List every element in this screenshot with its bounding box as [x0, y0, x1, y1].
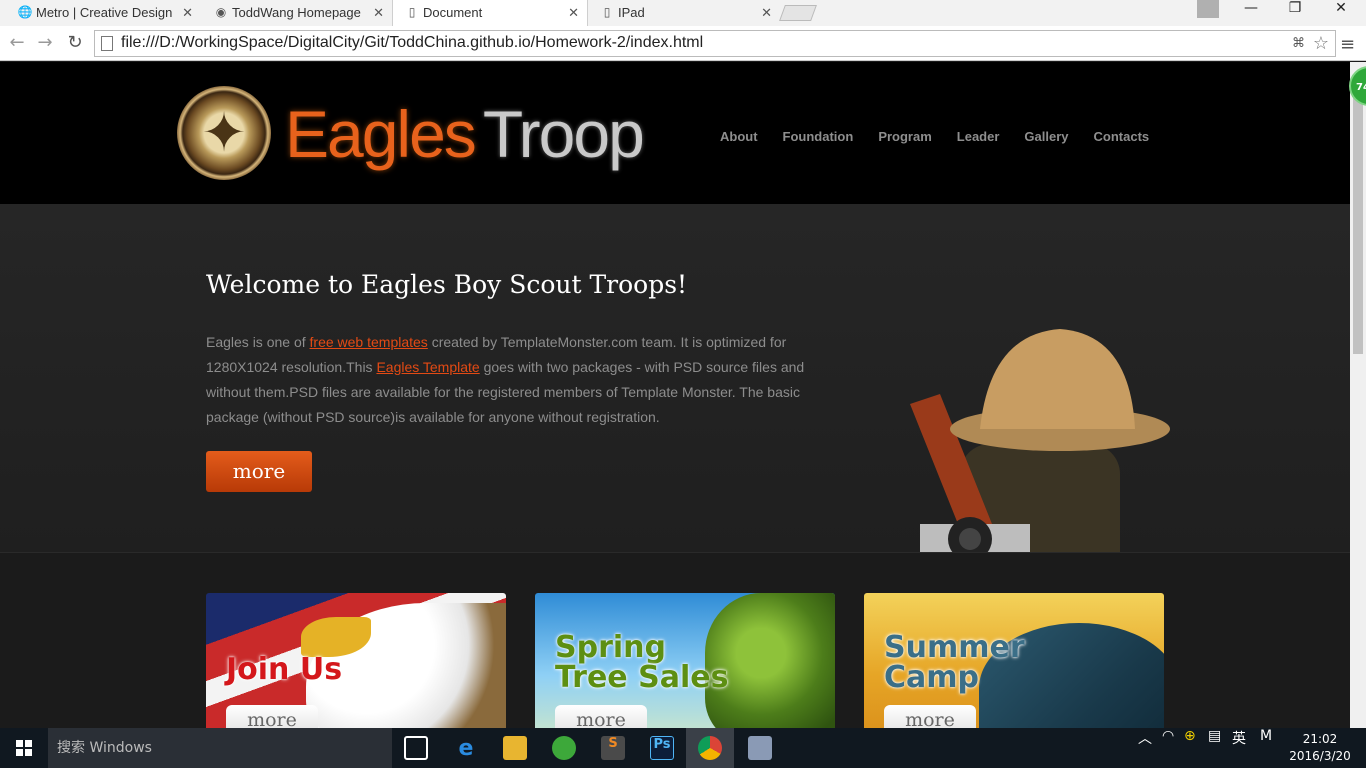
tab-label: IPad	[618, 5, 645, 20]
tray-up-arrow-icon[interactable]: ︿	[1138, 728, 1152, 768]
page-icon: ▯	[408, 5, 416, 19]
eagles-template-link[interactable]: Eagles Template	[376, 359, 479, 375]
web-page: EaglesTroop About Foundation Program Lea…	[0, 62, 1350, 728]
forward-icon[interactable]: →	[34, 33, 56, 53]
hero-text: Eagles is one of free web templates crea…	[206, 330, 811, 430]
tab-toddwang[interactable]: ◉ ToddWang Homepage ✕	[202, 0, 392, 26]
bookmark-star-icon[interactable]: ☆	[1313, 33, 1329, 54]
url-text: file:///D:/WorkingSpace/DigitalCity/Git/…	[121, 34, 704, 51]
start-button[interactable]	[0, 728, 48, 768]
card-more-button[interactable]: more	[884, 705, 976, 728]
tab-strip: 🌐 Metro | Creative Design ✕ ◉ ToddWang H…	[0, 0, 1366, 26]
clock-time: 21:02	[1302, 732, 1338, 746]
browser-toolbar: ← → ↻ file:///D:/WorkingSpace/DigitalCit…	[0, 26, 1366, 61]
notification-icon[interactable]: ▤	[1208, 728, 1221, 768]
hero-title: Welcome to Eagles Boy Scout Troops!	[206, 270, 688, 299]
logo-part2: Troop	[482, 97, 645, 171]
nav-contacts[interactable]: Contacts	[1094, 129, 1150, 144]
task-view-icon[interactable]	[404, 736, 428, 760]
nav-program[interactable]: Program	[878, 129, 931, 144]
hero-more-button[interactable]: more	[206, 451, 312, 492]
card-more-button[interactable]: more	[226, 705, 318, 728]
plus-app-icon[interactable]: ⊕	[1184, 728, 1196, 768]
network-icon[interactable]: ◠	[1162, 728, 1174, 768]
system-clock[interactable]: 21:02 2016/3/20	[1288, 731, 1352, 765]
nav-leader[interactable]: Leader	[957, 129, 1000, 144]
card-spring-tree-sales[interactable]: Spring Tree Sales more	[535, 593, 835, 728]
tab-label: Metro | Creative Design	[36, 5, 173, 20]
page-scrollbar[interactable]	[1350, 62, 1366, 728]
hero-text-part: Eagles is one of	[206, 334, 310, 350]
card-title: Spring Tree Sales	[555, 630, 729, 695]
paint-app-icon[interactable]	[748, 736, 772, 760]
restore-icon[interactable]: ❐	[1272, 0, 1318, 26]
photoshop-icon[interactable]: Ps	[650, 736, 674, 760]
close-window-icon[interactable]: ✕	[1318, 0, 1364, 26]
nav-foundation[interactable]: Foundation	[783, 129, 854, 144]
site-logo[interactable]: Eagles Troop	[285, 96, 645, 172]
main-nav: About Foundation Program Leader Gallery …	[720, 129, 1174, 144]
page-info-icon[interactable]	[101, 36, 113, 51]
new-tab-button[interactable]	[779, 5, 817, 21]
scrollbar-thumb[interactable]	[1353, 74, 1363, 354]
card-summer-camp[interactable]: Summer Camp more	[864, 593, 1164, 728]
windows-taskbar: 搜索 Windows e S Ps ︿ ◠ ⊕ ▤ 英 M 21:02 2016…	[0, 728, 1366, 768]
site-header: EaglesTroop About Foundation Program Lea…	[0, 62, 1350, 204]
logo-part1: Eagles	[285, 97, 477, 171]
tab-label: Document	[423, 5, 483, 20]
windows-logo-icon	[16, 740, 32, 756]
taskbar-search[interactable]: 搜索 Windows	[48, 728, 392, 768]
menu-icon[interactable]: ≡	[1340, 34, 1355, 55]
nav-about[interactable]: About	[720, 129, 758, 144]
green-app-icon[interactable]	[552, 736, 576, 760]
user-profile-icon[interactable]	[1197, 0, 1219, 18]
address-bar[interactable]: file:///D:/WorkingSpace/DigitalCity/Git/…	[94, 30, 1336, 57]
nav-gallery[interactable]: Gallery	[1024, 129, 1068, 144]
close-tab-icon[interactable]: ✕	[373, 0, 384, 26]
close-tab-icon[interactable]: ✕	[568, 0, 579, 26]
card-join-us[interactable]: Join Us more	[206, 593, 506, 728]
ime-language[interactable]: 英	[1232, 728, 1246, 768]
tab-document[interactable]: ▯ Document ✕	[392, 0, 588, 26]
hero-section: Welcome to Eagles Boy Scout Troops! Eagl…	[0, 204, 1350, 650]
reload-icon[interactable]: ↻	[64, 33, 86, 53]
chrome-icon[interactable]	[698, 736, 722, 760]
edge-browser-icon[interactable]: e	[454, 736, 478, 761]
sublime-text-icon[interactable]: S	[601, 736, 625, 760]
clock-date: 2016/3/20	[1289, 749, 1351, 763]
close-tab-icon[interactable]: ✕	[761, 0, 772, 26]
free-web-templates-link[interactable]: free web templates	[310, 334, 428, 350]
file-explorer-icon[interactable]	[503, 736, 527, 760]
tab-metro[interactable]: 🌐 Metro | Creative Design ✕	[6, 0, 201, 26]
tab-label: ToddWang Homepage	[232, 5, 361, 20]
avatar-icon: ◉	[215, 5, 227, 19]
translate-icon[interactable]: ⌘	[1292, 36, 1305, 51]
card-title: Summer Camp	[884, 630, 1025, 695]
back-icon[interactable]: ←	[6, 33, 28, 53]
card-more-button[interactable]: more	[555, 705, 647, 728]
card-title: Join Us	[226, 652, 343, 687]
page-icon: ▯	[603, 5, 611, 19]
minimize-icon[interactable]: —	[1228, 0, 1274, 26]
promo-cards: Join Us more Spring Tree Sales more Summ…	[0, 552, 1350, 728]
globe-icon: 🌐	[17, 5, 33, 19]
close-tab-icon[interactable]: ✕	[182, 0, 193, 26]
tab-ipad[interactable]: ▯ IPad ✕	[588, 0, 780, 26]
ime-mode[interactable]: M	[1260, 728, 1272, 768]
compass-logo-icon	[177, 86, 271, 180]
